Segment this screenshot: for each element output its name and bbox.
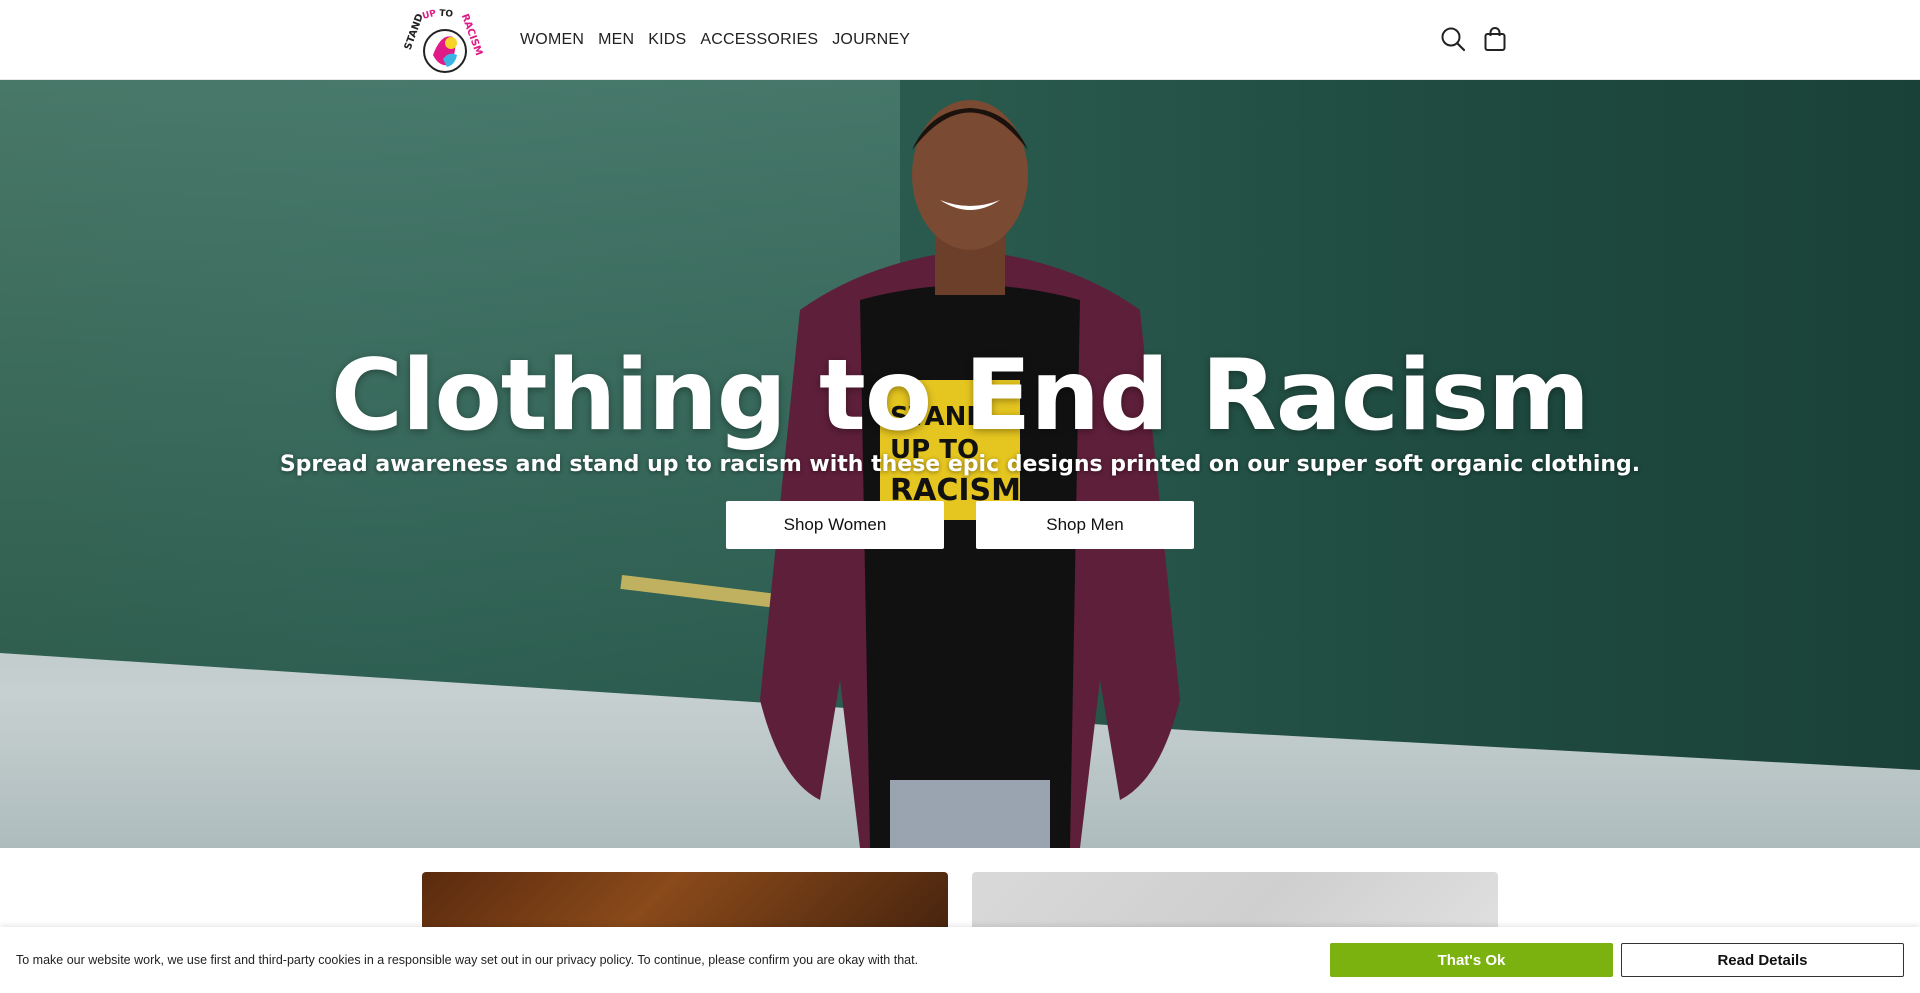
cookie-message: To make our website work, we use first a…: [16, 953, 919, 967]
shop-men-button[interactable]: Shop Men: [976, 500, 1194, 549]
accept-cookies-button[interactable]: That's Ok: [1330, 943, 1613, 977]
shop-women-button[interactable]: Shop Women: [726, 500, 944, 549]
main-nav: WOMEN MEN KIDS ACCESSORIES JOURNEY: [520, 0, 910, 80]
search-icon[interactable]: [1438, 24, 1468, 54]
nav-women[interactable]: WOMEN: [520, 31, 584, 49]
svg-text:TO: TO: [439, 9, 454, 20]
svg-text:UP: UP: [421, 9, 437, 22]
nav-journey[interactable]: JOURNEY: [832, 31, 910, 49]
hero-banner: STAND UP TO RACISM Clothing to End Racis…: [0, 80, 1920, 848]
nav-men[interactable]: MEN: [598, 31, 634, 49]
hero-title: Clothing to End Racism: [330, 339, 1590, 453]
read-details-button[interactable]: Read Details: [1621, 943, 1904, 977]
shopping-bag-icon[interactable]: [1480, 24, 1510, 54]
hero-content: Clothing to End Racism Spread awareness …: [0, 80, 1920, 848]
cookie-banner: To make our website work, we use first a…: [0, 927, 1920, 993]
nav-accessories[interactable]: ACCESSORIES: [700, 31, 818, 49]
hero-subtitle: Spread awareness and stand up to racism …: [279, 451, 1641, 477]
nav-kids[interactable]: KIDS: [648, 31, 686, 49]
brand-logo[interactable]: STAND UP TO RACISM: [403, 5, 485, 73]
hero-buttons: Shop Women Shop Men: [726, 500, 1194, 549]
site-header: STAND UP TO RACISM WOMEN MEN KIDS ACCESS…: [0, 0, 1920, 80]
